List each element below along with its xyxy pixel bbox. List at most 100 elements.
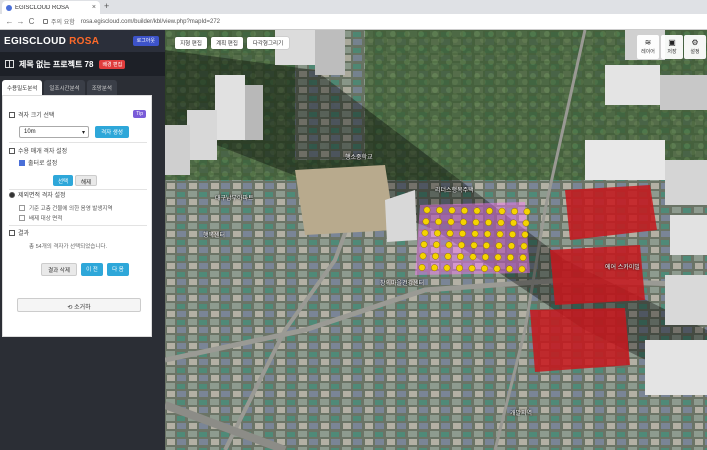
map-label-center: 행복센터 bbox=[203, 233, 226, 239]
grid-point bbox=[421, 229, 429, 237]
shadow-area-checkbox[interactable]: 기준 고층 건물에 의한 음영 발생지역 bbox=[19, 204, 113, 212]
map-label-welfare: 창의마을건강센터 bbox=[380, 281, 425, 287]
grid-point bbox=[445, 241, 453, 249]
layers-button[interactable]: ≋ 레이어 bbox=[637, 35, 659, 59]
layers-icon: ≋ bbox=[644, 38, 652, 47]
map-view[interactable]: 지형 편집 계획 편집 다각형그리기 ≋ 레이어 ▣ 저장 ⚙ 설정 행소중학교 대구… bbox=[165, 30, 707, 450]
grid-point bbox=[495, 242, 503, 250]
edit-badge[interactable]: 배경 편집 bbox=[99, 59, 126, 69]
select-button[interactable]: 선택 bbox=[53, 175, 73, 186]
grid-point bbox=[434, 229, 441, 237]
logout-button[interactable]: 로그아웃 bbox=[132, 36, 159, 46]
tab-title: EGISCLOUD ROSA bbox=[15, 4, 70, 11]
next-button[interactable]: 다 음 bbox=[107, 263, 129, 276]
apartment-tower bbox=[165, 125, 190, 175]
new-tab-button[interactable]: + bbox=[104, 1, 109, 11]
security-label: 주의 요함 bbox=[51, 20, 75, 26]
grid-point bbox=[471, 230, 479, 238]
grid-point bbox=[506, 265, 513, 273]
checkbox-box bbox=[19, 215, 25, 221]
project-bar: 제목 없는 프로젝트 78 배경 편집 bbox=[0, 52, 165, 76]
grid-point bbox=[458, 241, 465, 249]
apartment-block bbox=[665, 275, 707, 325]
apartment-block bbox=[605, 65, 660, 105]
save-button[interactable]: ▣ 저장 bbox=[661, 35, 683, 59]
map-label-right: 에어 스카이빌 bbox=[605, 265, 640, 271]
grid-point bbox=[509, 230, 516, 238]
tab-density[interactable]: 수용밀도분석 bbox=[2, 80, 43, 95]
reload-icon[interactable]: C bbox=[26, 17, 37, 26]
grid-point bbox=[443, 264, 451, 272]
prev-button[interactable]: 이 전 bbox=[81, 263, 103, 276]
grid-point bbox=[485, 219, 492, 226]
map-label-bottom: 개발지역 bbox=[510, 411, 533, 417]
terrain-edit-button[interactable]: 지형 편집 bbox=[175, 37, 207, 49]
grid-point bbox=[444, 252, 452, 260]
height-setting-title: 수용 매개 격자 설정 bbox=[9, 146, 67, 155]
grid-point bbox=[473, 207, 481, 215]
settings-icon: ⚙ bbox=[691, 38, 699, 47]
clear-button[interactable]: 해제 bbox=[75, 175, 97, 186]
grid-point bbox=[494, 253, 502, 261]
plan-edit-button[interactable]: 계획 편집 bbox=[211, 37, 243, 49]
apartment-tower bbox=[245, 85, 263, 140]
grid-point bbox=[422, 218, 430, 225]
url-field[interactable]: 주의 요함 rosa.egiscloud.com/builder/kbl/vie… bbox=[43, 17, 220, 26]
tab-view[interactable]: 조망분석 bbox=[86, 80, 117, 95]
grid-point bbox=[522, 219, 530, 227]
grid-point bbox=[521, 231, 529, 239]
result-title: 결과 bbox=[9, 228, 29, 237]
apartment-block bbox=[665, 160, 707, 205]
reset-button[interactable]: ⟲ 소거하 bbox=[17, 298, 141, 312]
grid-point bbox=[493, 265, 501, 273]
apartment-block bbox=[585, 140, 665, 180]
forward-icon[interactable]: → bbox=[15, 17, 26, 26]
map-canvas bbox=[165, 30, 707, 450]
grid-point bbox=[511, 207, 518, 215]
result-notice: 총 54개의 격자가 선택되었습니다. bbox=[29, 244, 108, 250]
grid-point bbox=[419, 252, 427, 260]
grid-point bbox=[508, 242, 515, 250]
grid-point bbox=[507, 253, 514, 261]
grid-point bbox=[432, 252, 439, 260]
settings-button[interactable]: ⚙ 설정 bbox=[684, 35, 706, 59]
grid-point bbox=[457, 253, 464, 261]
apartment-tower bbox=[215, 75, 245, 140]
apartment-block bbox=[670, 215, 707, 255]
tab-close-icon[interactable]: × bbox=[92, 4, 96, 11]
grid-size-select[interactable]: 10m ▾ bbox=[19, 126, 89, 138]
warning-icon bbox=[9, 191, 15, 198]
grid-point bbox=[472, 218, 480, 226]
tip-button[interactable]: Tip bbox=[133, 110, 146, 118]
polygon-draw-button[interactable]: 다각형그리기 bbox=[247, 37, 289, 49]
grid-point bbox=[497, 219, 505, 227]
grid-point bbox=[470, 241, 478, 249]
grid-point bbox=[510, 219, 517, 227]
browser-tab-bar: EGISCLOUD ROSA × + bbox=[0, 0, 707, 14]
exclude-area-checkbox[interactable]: 배제 대상 면적 bbox=[19, 214, 62, 222]
back-icon[interactable]: ← bbox=[4, 17, 15, 26]
exclude-setting-title: 제외면적 격자 설정 bbox=[9, 190, 66, 199]
map-label-school: 행소중학교 bbox=[345, 155, 373, 161]
divider bbox=[9, 225, 147, 226]
app-logo: EGISCLOUD ROSA bbox=[4, 35, 100, 47]
grid-icon bbox=[9, 111, 15, 118]
grid-point bbox=[519, 254, 527, 262]
divider bbox=[9, 142, 147, 143]
analysis-panel: 격자 크기 선택 Tip 10m ▾ 격자 생성 수용 매개 격자 설정 출터로 … bbox=[2, 95, 152, 337]
highrise-block-red bbox=[530, 308, 630, 372]
tab-sunlight[interactable]: 일조시간분석 bbox=[44, 80, 85, 95]
save-icon: ▣ bbox=[668, 38, 676, 47]
chevron-down-icon: ▾ bbox=[81, 130, 85, 136]
grid-point bbox=[418, 264, 426, 271]
map-label-office: 리더스행복주택 bbox=[435, 188, 474, 194]
browser-tab[interactable]: EGISCLOUD ROSA × bbox=[2, 1, 100, 14]
grid-size-title: 격자 크기 선택 bbox=[9, 110, 54, 119]
map-label-apartment: 대구남부아파트 bbox=[215, 196, 254, 202]
grid-point bbox=[496, 230, 504, 238]
grid-point bbox=[446, 229, 454, 237]
document-icon bbox=[9, 229, 15, 236]
create-grid-button[interactable]: 격자 생성 bbox=[95, 126, 129, 138]
grid-point bbox=[498, 207, 506, 215]
delete-result-button[interactable]: 결과 삭제 bbox=[41, 263, 77, 276]
